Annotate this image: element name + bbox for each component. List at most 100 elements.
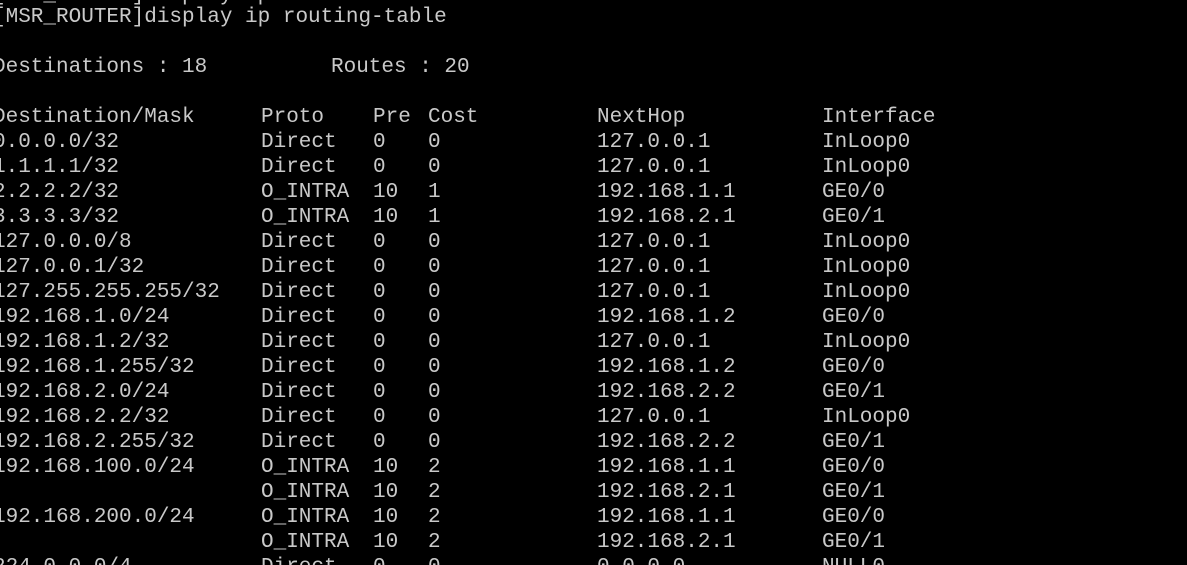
row-cost: 2	[428, 506, 441, 529]
row-pre: 0	[373, 281, 386, 304]
row-interface: GE0/0	[822, 456, 886, 479]
row-destination: 192.168.1.255/32	[0, 356, 195, 379]
row-interface: GE0/0	[822, 181, 886, 204]
row-cost: 0	[428, 406, 441, 429]
row-cost: 0	[428, 231, 441, 254]
header-nexthop: NextHop	[597, 106, 686, 129]
destinations-count: Destinations : 18	[0, 56, 208, 79]
row-destination: 127.0.0.1/32	[0, 256, 145, 279]
row-cost: 0	[428, 331, 441, 354]
row-nexthop: 0.0.0.0	[597, 555, 685, 565]
row-nexthop: 192.168.1.2	[597, 306, 736, 329]
row-nexthop: 192.168.2.2	[597, 381, 736, 404]
row-nexthop: 192.168.1.1	[597, 506, 736, 529]
row-nexthop: 192.168.2.1	[597, 481, 736, 504]
row-pre: 10	[373, 506, 399, 529]
row-proto: Direct	[261, 131, 337, 154]
row-pre: 10	[373, 181, 399, 204]
row-proto: Direct	[261, 256, 337, 279]
row-interface: InLoop0	[822, 281, 911, 304]
header-interface: Interface	[822, 106, 936, 129]
row-nexthop: 127.0.0.1	[597, 406, 711, 429]
row-pre: 0	[373, 131, 386, 154]
row-interface: GE0/1	[822, 431, 886, 454]
row-nexthop: 192.168.1.1	[597, 181, 736, 204]
row-proto: O_INTRA	[261, 456, 350, 479]
row-destination: 1.1.1.1/32	[0, 156, 120, 179]
row-proto: Direct	[261, 331, 337, 354]
row-cost: 2	[428, 481, 441, 504]
row-nexthop: 127.0.0.1	[597, 131, 711, 154]
row-proto: O_INTRA	[261, 506, 350, 529]
row-destination: 192.168.2.2/32	[0, 406, 170, 429]
row-cost: 0	[428, 555, 441, 565]
row-destination: 2.2.2.2/32	[0, 181, 120, 204]
row-interface: InLoop0	[822, 331, 911, 354]
row-pre: 10	[373, 481, 399, 504]
row-destination: 3.3.3.3/32	[0, 206, 120, 229]
row-cost: 2	[428, 456, 441, 479]
row-pre: 0	[373, 431, 386, 454]
row-pre: 10	[373, 531, 399, 554]
header-cost: Cost	[428, 106, 479, 129]
row-nexthop: 127.0.0.1	[597, 256, 711, 279]
row-nexthop: 127.0.0.1	[597, 231, 711, 254]
row-nexthop: 192.168.1.1	[597, 456, 736, 479]
row-destination: 192.168.1.2/32	[0, 331, 170, 354]
row-pre: 0	[373, 555, 386, 565]
row-pre: 10	[373, 206, 399, 229]
row-cost: 0	[428, 256, 441, 279]
row-cost: 0	[428, 431, 441, 454]
row-destination: 192.168.2.255/32	[0, 431, 195, 454]
row-cost: 1	[428, 206, 441, 229]
row-cost: 0	[428, 131, 441, 154]
row-nexthop: 127.0.0.1	[597, 331, 711, 354]
row-interface: NULL0	[822, 555, 885, 565]
row-cost: 1	[428, 181, 441, 204]
row-destination: 192.168.200.0/24	[0, 506, 195, 529]
row-nexthop: 127.0.0.1	[597, 156, 711, 179]
row-pre: 0	[373, 381, 386, 404]
row-nexthop: 192.168.2.2	[597, 431, 736, 454]
terminal-window[interactable]: [MSR_ROUTER]display ip [MSR_ROUTER]displ…	[0, 0, 1187, 565]
header-pre: Pre	[373, 106, 411, 129]
row-cost: 0	[428, 281, 441, 304]
row-proto: O_INTRA	[261, 531, 350, 554]
row-pre: 0	[373, 331, 386, 354]
row-pre: 0	[373, 231, 386, 254]
row-cost: 0	[428, 356, 441, 379]
row-cost: 2	[428, 531, 441, 554]
row-nexthop: 192.168.2.1	[597, 531, 736, 554]
row-proto: Direct	[261, 555, 337, 565]
command-line: [MSR_ROUTER]display ip routing-table	[0, 6, 447, 29]
row-interface: GE0/1	[822, 531, 886, 554]
row-interface: InLoop0	[822, 231, 911, 254]
row-cost: 0	[428, 381, 441, 404]
row-pre: 10	[373, 456, 399, 479]
row-destination: 192.168.2.0/24	[0, 381, 170, 404]
row-destination: 127.255.255.255/32	[0, 281, 220, 304]
row-interface: GE0/1	[822, 381, 886, 404]
row-nexthop: 192.168.1.2	[597, 356, 736, 379]
row-nexthop: 192.168.2.1	[597, 206, 736, 229]
row-interface: InLoop0	[822, 131, 911, 154]
row-proto: O_INTRA	[261, 206, 350, 229]
row-destination: 127.0.0.0/8	[0, 231, 132, 254]
row-interface: GE0/0	[822, 356, 886, 379]
row-proto: Direct	[261, 381, 337, 404]
row-cost: 0	[428, 156, 441, 179]
row-cost: 0	[428, 306, 441, 329]
row-destination: 192.168.100.0/24	[0, 456, 195, 479]
row-pre: 0	[373, 256, 386, 279]
row-proto: Direct	[261, 431, 337, 454]
table-header: Destination/Mask Proto Pre Cost NextHop …	[0, 105, 935, 130]
header-proto: Proto	[261, 106, 325, 129]
row-interface: GE0/1	[822, 206, 886, 229]
row-proto: Direct	[261, 156, 337, 179]
row-interface: InLoop0	[822, 406, 911, 429]
row-interface: GE0/0	[822, 506, 886, 529]
row-interface: InLoop0	[822, 156, 911, 179]
header-destination: Destination/Mask	[0, 106, 195, 129]
routing-summary: Destinations : 18 Routes : 20	[0, 55, 470, 80]
row-destination: 192.168.1.0/24	[0, 306, 170, 329]
